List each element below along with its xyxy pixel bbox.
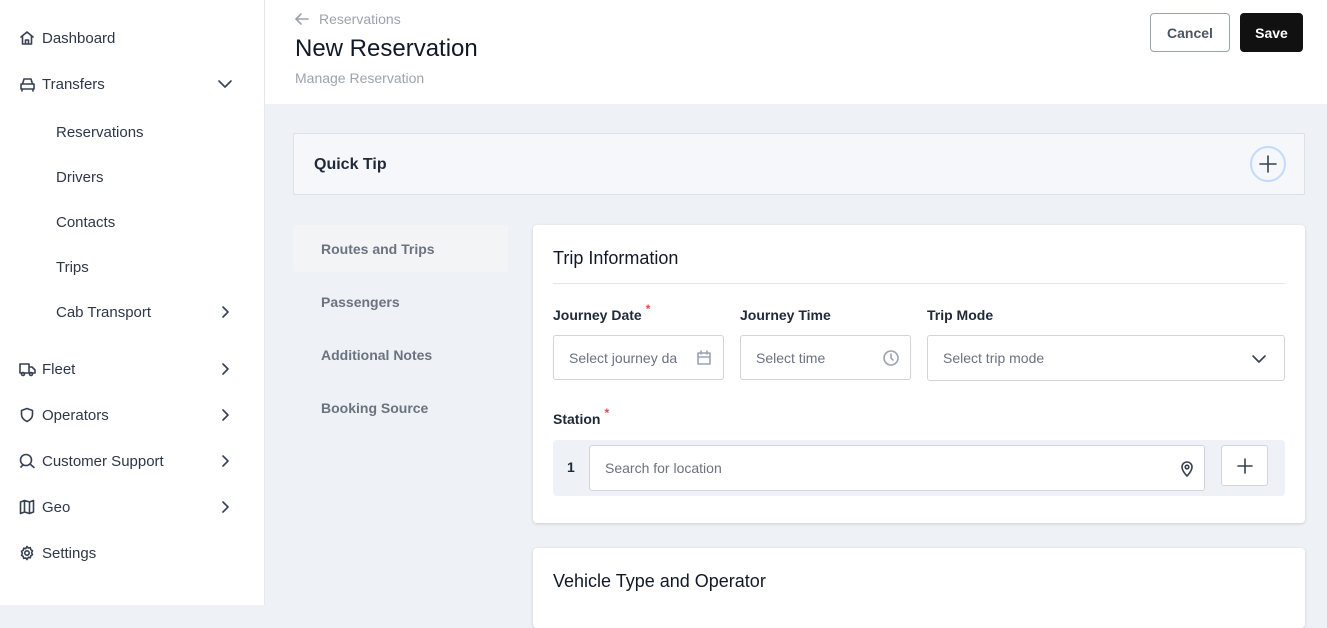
sidebar-item-fleet[interactable]: Fleet (18, 354, 234, 384)
truck-icon (18, 360, 36, 378)
chevron-right-icon (222, 306, 229, 318)
sidebar-item-dashboard[interactable]: Dashboard (18, 23, 234, 53)
sidebar: Dashboard Transfers Reservations Drivers… (0, 0, 265, 605)
tab-routes-and-trips[interactable]: Routes and Trips (293, 225, 508, 272)
station-label: Station * (553, 406, 609, 427)
trip-mode-label: Trip Mode (927, 307, 994, 323)
journey-date-input[interactable]: Select journey da (553, 335, 724, 380)
clock-icon[interactable] (882, 349, 900, 367)
shield-icon (18, 406, 36, 424)
label: Dashboard (42, 29, 116, 47)
chevron-down-icon (1252, 355, 1266, 363)
breadcrumb-link[interactable]: Reservations (319, 11, 401, 27)
chevron-down-icon (218, 80, 232, 88)
divider (553, 283, 1285, 284)
sidebar-item-customer-support[interactable]: Customer Support (18, 446, 234, 476)
placeholder: Select time (756, 349, 826, 366)
card-title: Vehicle Type and Operator (553, 571, 766, 591)
trip-mode-select[interactable]: Select trip mode (927, 335, 1285, 381)
label: Operators (42, 406, 109, 424)
sidebar-item-transfers[interactable]: Transfers (18, 69, 234, 99)
tab-booking-source[interactable]: Booking Source (293, 384, 508, 431)
add-station-button[interactable] (1221, 445, 1268, 486)
car-icon (18, 75, 36, 93)
sidebar-item-geo[interactable]: Geo (18, 492, 234, 522)
plus-icon (1259, 155, 1277, 173)
quick-tip-panel: Quick Tip (293, 133, 1305, 195)
station-search-input[interactable]: Search for location (589, 445, 1205, 491)
vehicle-type-card: Vehicle Type and Operator (533, 548, 1305, 628)
sidebar-item-trips[interactable]: Trips (56, 252, 234, 282)
calendar-icon[interactable] (695, 349, 713, 367)
expand-button[interactable] (1250, 146, 1286, 182)
sidebar-item-drivers[interactable]: Drivers (56, 162, 234, 192)
plus-icon (1236, 457, 1253, 474)
sidebar-item-reservations[interactable]: Reservations (56, 117, 234, 147)
label: Cab Transport (56, 303, 152, 321)
sidebar-item-operators[interactable]: Operators (18, 400, 234, 430)
label: Contacts (56, 213, 116, 231)
placeholder: Select trip mode (943, 350, 1045, 366)
label: Reservations (56, 123, 144, 141)
label: Transfers (42, 75, 105, 93)
chevron-right-icon (222, 409, 229, 421)
journey-time-input[interactable]: Select time (740, 335, 911, 380)
station-index: 1 (567, 459, 575, 475)
label-text: Station (553, 411, 601, 427)
breadcrumb[interactable]: Reservations (295, 11, 401, 27)
required-mark: * (604, 406, 610, 420)
gear-icon (18, 544, 36, 562)
chevron-right-icon (222, 363, 229, 375)
label-text: Journey Date (553, 307, 642, 323)
sidebar-item-cab-transport[interactable]: Cab Transport (56, 297, 234, 327)
label: Fleet (42, 360, 76, 378)
chevron-right-icon (222, 455, 229, 467)
trip-information-card: Trip Information Journey Date * Journey T… (533, 225, 1305, 523)
arrow-left-icon[interactable] (295, 12, 309, 26)
page-header: Reservations New Reservation Manage Rese… (265, 0, 1327, 104)
quick-tip-title: Quick Tip (314, 156, 387, 173)
save-button[interactable]: Save (1240, 13, 1303, 52)
label: Drivers (56, 168, 104, 186)
placeholder: Select journey da (569, 349, 678, 366)
chevron-right-icon (222, 501, 229, 513)
card-title: Trip Information (553, 248, 679, 268)
placeholder: Search for location (605, 460, 722, 476)
map-icon (18, 498, 36, 516)
label: Geo (42, 498, 71, 516)
tab-additional-notes[interactable]: Additional Notes (293, 331, 508, 378)
required-mark: * (645, 302, 651, 316)
journey-time-label: Journey Time (740, 307, 831, 323)
journey-date-label: Journey Date * (553, 302, 650, 323)
chat-icon (18, 452, 36, 470)
page-subtitle: Manage Reservation (295, 70, 425, 86)
home-icon (18, 29, 36, 47)
page-title: New Reservation (295, 35, 478, 62)
label: Trips (56, 258, 89, 276)
sidebar-item-settings[interactable]: Settings (18, 538, 234, 568)
label: Settings (42, 544, 97, 562)
label: Customer Support (42, 452, 164, 470)
tab-passengers[interactable]: Passengers (293, 278, 508, 325)
location-pin-icon (1181, 461, 1193, 477)
sidebar-item-contacts[interactable]: Contacts (56, 207, 234, 237)
cancel-button[interactable]: Cancel (1150, 13, 1230, 52)
station-row: 1 Search for location (553, 440, 1285, 496)
